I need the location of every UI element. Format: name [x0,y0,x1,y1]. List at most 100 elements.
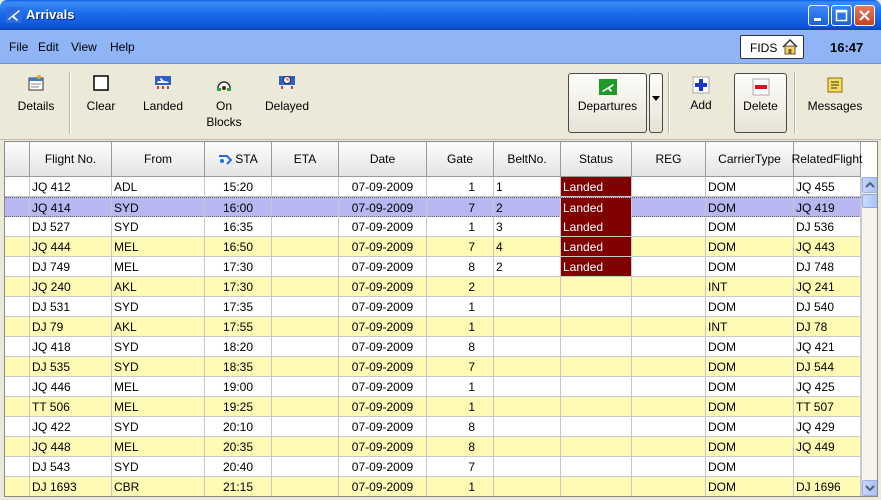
row-selector[interactable] [5,417,30,437]
table-row[interactable]: DJ 527 SYD 16:35 07-09-2009 1 3 Landed DOM DJ 53… [5,217,861,237]
cell-reg[interactable] [632,317,706,337]
table-row[interactable]: DJ 79 AKL 17:55 07-09-2009 1 INT DJ 78 [5,317,861,337]
menu-edit[interactable]: Edit [38,40,59,54]
cell-gate[interactable]: 1 [427,317,494,337]
cell-eta[interactable] [272,217,339,237]
cell-gate[interactable]: 8 [427,257,494,277]
table-row[interactable]: JQ 446 MEL 19:00 07-09-2009 1 DOM JQ 425 [5,377,861,397]
cell-belt[interactable] [494,277,561,297]
cell-date[interactable]: 07-09-2009 [339,437,427,457]
cell-eta[interactable] [272,177,339,197]
cell-related[interactable]: DJ 748 [794,257,861,277]
cell-from[interactable]: MEL [112,257,205,277]
cell-reg[interactable] [632,437,706,457]
cell-eta[interactable] [272,317,339,337]
cell-reg[interactable] [632,277,706,297]
cell-eta[interactable] [272,198,339,218]
cell-sta[interactable]: 19:25 [205,397,272,417]
column-header-eta[interactable]: ETA [272,142,339,177]
cell-sta[interactable]: 21:15 [205,477,272,496]
cell-reg[interactable] [632,397,706,417]
delayed-button[interactable]: Delayed [260,64,314,134]
cell-eta[interactable] [272,457,339,477]
cell-flight[interactable]: JQ 422 [30,417,112,437]
column-header-from[interactable]: From [112,142,205,177]
cell-sta[interactable]: 18:35 [205,357,272,377]
table-row[interactable]: JQ 412 ADL 15:20 07-09-2009 1 1 Landed DOM JQ 45… [5,177,861,197]
column-header-date[interactable]: Date [339,142,427,177]
close-button[interactable] [854,5,875,26]
cell-related[interactable]: JQ 429 [794,417,861,437]
cell-from[interactable]: AKL [112,317,205,337]
cell-sta[interactable]: 20:10 [205,417,272,437]
column-header-flight[interactable]: Flight No. [30,142,112,177]
cell-related[interactable]: JQ 443 [794,237,861,257]
cell-eta[interactable] [272,237,339,257]
cell-sta[interactable]: 20:40 [205,457,272,477]
row-selector[interactable] [5,337,30,357]
cell-belt[interactable] [494,337,561,357]
cell-date[interactable]: 07-09-2009 [339,317,427,337]
column-header-reg[interactable]: REG [632,142,706,177]
cell-date[interactable]: 07-09-2009 [339,217,427,237]
cell-flight[interactable]: JQ 444 [30,237,112,257]
cell-reg[interactable] [632,457,706,477]
cell-carrier[interactable]: DOM [706,437,794,457]
maximize-button[interactable] [831,5,852,26]
cell-eta[interactable] [272,257,339,277]
cell-reg[interactable] [632,357,706,377]
cell-belt[interactable] [494,477,561,496]
cell-reg[interactable] [632,257,706,277]
cell-flight[interactable]: DJ 527 [30,217,112,237]
cell-from[interactable]: MEL [112,397,205,417]
row-selector[interactable] [5,257,30,277]
cell-gate[interactable]: 1 [427,177,494,197]
cell-related[interactable]: JQ 419 [794,198,861,218]
cell-belt[interactable] [494,457,561,477]
cell-status[interactable] [561,457,632,477]
row-selector[interactable] [5,457,30,477]
cell-from[interactable]: MEL [112,237,205,257]
cell-carrier[interactable]: DOM [706,477,794,496]
table-row[interactable]: JQ 448 MEL 20:35 07-09-2009 8 DOM JQ 449 [5,437,861,457]
cell-sta[interactable]: 15:20 [205,177,272,197]
scroll-down-button[interactable] [862,480,877,496]
cell-sta[interactable]: 20:35 [205,437,272,457]
cell-carrier[interactable]: DOM [706,357,794,377]
cell-from[interactable]: CBR [112,477,205,496]
cell-gate[interactable]: 2 [427,277,494,297]
cell-gate[interactable]: 8 [427,437,494,457]
cell-gate[interactable]: 7 [427,357,494,377]
cell-gate[interactable]: 8 [427,417,494,437]
cell-eta[interactable] [272,357,339,377]
cell-status[interactable]: Landed [561,177,632,197]
cell-belt[interactable] [494,317,561,337]
cell-status[interactable] [561,437,632,457]
cell-from[interactable]: SYD [112,417,205,437]
cell-eta[interactable] [272,417,339,437]
cell-belt[interactable]: 2 [494,257,561,277]
cell-related[interactable]: DJ 78 [794,317,861,337]
cell-belt[interactable] [494,377,561,397]
table-row[interactable]: DJ 543 SYD 20:40 07-09-2009 7 DOM [5,457,861,477]
column-header-gate[interactable]: Gate [427,142,494,177]
column-header-related[interactable]: Related Flight [792,142,862,177]
departures-button[interactable]: Departures [568,73,647,133]
cell-sta[interactable]: 17:30 [205,257,272,277]
cell-carrier[interactable]: DOM [706,237,794,257]
row-selector[interactable] [5,397,30,417]
cell-date[interactable]: 07-09-2009 [339,177,427,197]
column-header-carrier[interactable]: Carrier Type [706,142,794,177]
table-row[interactable]: DJ 531 SYD 17:35 07-09-2009 1 DOM DJ 540 [5,297,861,317]
landed-button[interactable]: Landed [136,64,190,134]
cell-date[interactable]: 07-09-2009 [339,357,427,377]
menu-help[interactable]: Help [110,40,135,54]
cell-belt[interactable]: 3 [494,217,561,237]
cell-carrier[interactable]: DOM [706,297,794,317]
cell-reg[interactable] [632,217,706,237]
table-row[interactable]: JQ 240 AKL 17:30 07-09-2009 2 INT JQ 241 [5,277,861,297]
cell-related[interactable]: JQ 449 [794,437,861,457]
cell-from[interactable]: SYD [112,297,205,317]
cell-belt[interactable] [494,297,561,317]
details-button[interactable]: Details [10,64,62,134]
